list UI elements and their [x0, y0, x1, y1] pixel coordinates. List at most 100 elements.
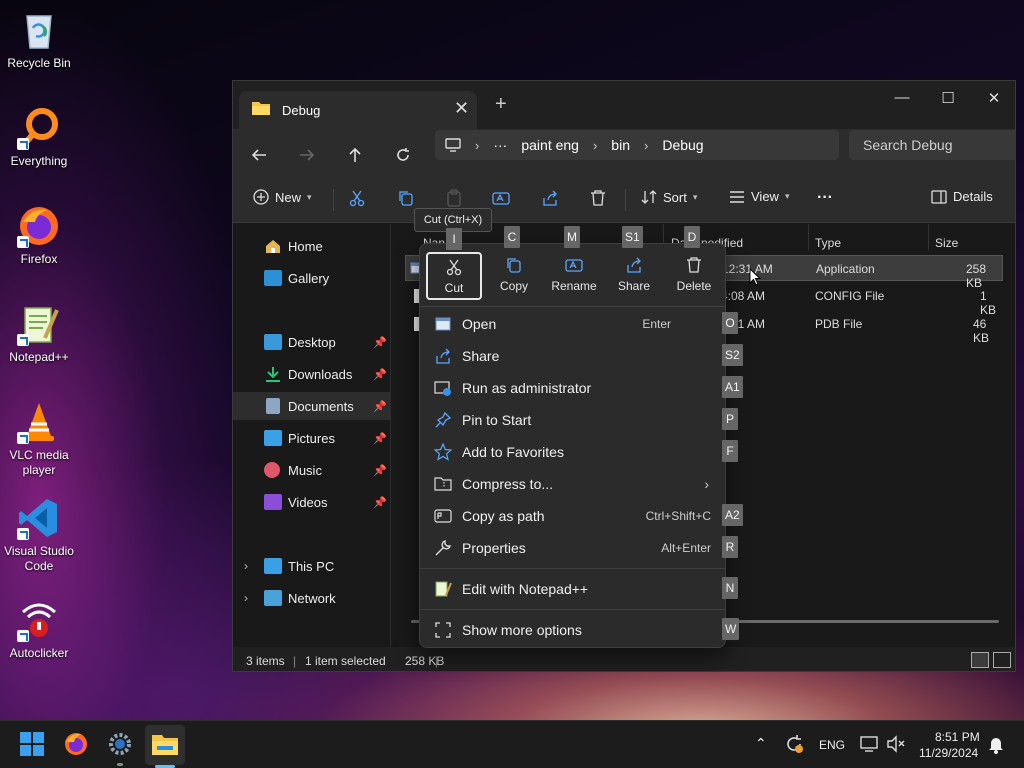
keytip: I [446, 228, 462, 250]
chevron-right-icon: › [475, 137, 480, 153]
sidebar-item-music[interactable]: Music 📌 [233, 456, 391, 484]
refresh-button[interactable] [391, 143, 415, 167]
breadcrumb-paint-eng[interactable]: paint eng [521, 137, 579, 153]
tiles-view-button[interactable] [993, 652, 1011, 668]
menu-item-edit-with-notepad[interactable]: Edit with Notepad++ [420, 574, 725, 604]
breadcrumb-debug[interactable]: Debug [662, 137, 703, 153]
taskbar-settings[interactable] [107, 731, 135, 759]
sidebar-item-desktop[interactable]: Desktop 📌 [233, 328, 391, 356]
back-button[interactable] [247, 143, 271, 167]
menu-item-run-as-administrator[interactable]: Run as administrator [420, 373, 725, 403]
details-view-button[interactable] [971, 652, 989, 668]
new-tab-button[interactable]: + [495, 93, 507, 116]
new-button-label: New [275, 189, 302, 205]
trash-icon [685, 256, 703, 274]
tab-close-button[interactable]: ✕ [454, 98, 469, 119]
sidebar-item-pictures[interactable]: Pictures 📌 [233, 424, 391, 452]
expand-icon [434, 621, 452, 639]
clock-time[interactable]: 8:51 PM [935, 730, 980, 744]
volume-muted-icon[interactable] [886, 735, 906, 753]
desktop-icon-notepad-plus-plus[interactable]: Notepad++ [2, 302, 76, 365]
column-header-size[interactable]: Size [935, 236, 958, 250]
pin-icon: 📌 [373, 400, 387, 413]
close-window-button[interactable]: ✕ [971, 89, 1015, 107]
column-header-type[interactable]: Type [815, 236, 841, 250]
this-pc-icon [264, 558, 282, 574]
tab-title: Debug [282, 103, 321, 118]
view-button[interactable]: View ▾ [729, 189, 789, 204]
show-hidden-icons-button[interactable]: ⌃ [755, 735, 767, 752]
menu-item-compress-to[interactable]: Compress to... › [420, 469, 725, 499]
delete-button[interactable] [589, 189, 611, 211]
address-bar[interactable]: › ··· paint eng › bin › Debug [435, 130, 839, 160]
keytip: D [684, 226, 700, 248]
breadcrumb-more[interactable]: ··· [493, 137, 507, 153]
sidebar-item-network[interactable]: › Network [233, 584, 391, 612]
minimize-button[interactable]: — [879, 89, 925, 106]
network-icon [264, 590, 282, 606]
status-size: 258 KB [405, 654, 445, 668]
sidebar-item-videos[interactable]: Videos 📌 [233, 488, 391, 516]
menu-item-open[interactable]: Open Enter [420, 309, 725, 339]
context-copy-button[interactable]: Copy [486, 252, 542, 300]
desktop-folder-icon [264, 334, 282, 350]
menu-item-label: Share [462, 348, 500, 364]
menu-item-show-more-options[interactable]: Show more options [420, 615, 725, 645]
desktop-icon-firefox[interactable]: Firefox [2, 204, 76, 267]
breadcrumb-bin[interactable]: bin [611, 137, 630, 153]
menu-item-properties[interactable]: Properties Alt+Enter [420, 533, 725, 563]
search-input[interactable]: Search Debug [849, 130, 1015, 160]
desktop-icon-label: Autoclicker [9, 646, 69, 660]
menu-item-share[interactable]: Share [420, 341, 725, 371]
up-button[interactable] [343, 143, 367, 167]
chevron-right-icon[interactable]: › [244, 559, 248, 573]
taskbar: ⌃ ENG 8:51 PM 11/29/2024 [0, 720, 1024, 768]
desktop-icon-autoclicker[interactable]: Autoclicker [2, 598, 76, 661]
menu-item-label: Copy as path [462, 508, 545, 524]
desktop-icon-recycle-bin[interactable]: Recycle Bin [2, 8, 76, 71]
menu-item-copy-as-path[interactable]: Copy as path Ctrl+Shift+C [420, 501, 725, 531]
recycle-bin-icon [17, 8, 61, 52]
column-divider [928, 224, 929, 250]
sidebar-item-gallery[interactable]: Gallery [233, 264, 391, 292]
context-cut-button[interactable]: Cut [426, 252, 482, 300]
desktop-icon-vscode[interactable]: Visual Studio Code [2, 496, 76, 574]
notification-bell-icon[interactable] [988, 736, 1004, 754]
context-rename-button[interactable]: Rename [546, 252, 602, 300]
tab-debug[interactable]: Debug ✕ [239, 91, 477, 129]
context-share-button[interactable]: Share [606, 252, 662, 300]
desktop-icon-everything[interactable]: Everything [2, 106, 76, 169]
menu-item-label: Pin to Start [462, 412, 532, 428]
sidebar-item-home[interactable]: Home [233, 232, 391, 260]
language-indicator[interactable]: ENG [819, 738, 845, 752]
details-button[interactable]: Details [931, 189, 993, 204]
start-button[interactable] [19, 731, 47, 759]
forward-button[interactable] [295, 143, 319, 167]
chevron-right-icon[interactable]: › [244, 591, 248, 605]
cut-button[interactable] [348, 189, 370, 211]
sidebar-item-this-pc[interactable]: › This PC [233, 552, 391, 580]
taskbar-firefox[interactable] [63, 731, 91, 759]
sort-button[interactable]: Sort ▾ [641, 189, 697, 205]
keytip: C [504, 226, 520, 248]
menu-item-pin-to-start[interactable]: Pin to Start [420, 405, 725, 435]
sidebar-label: Pictures [288, 430, 335, 446]
sort-label: Sort [663, 189, 687, 205]
desktop-icon-vlc[interactable]: VLC media player [2, 400, 76, 478]
sidebar-item-downloads[interactable]: Downloads 📌 [233, 360, 391, 388]
maximize-button[interactable]: ☐ [925, 89, 971, 107]
menu-divider [420, 306, 725, 307]
clock-date[interactable]: 11/29/2024 [919, 746, 978, 760]
sidebar-item-documents[interactable]: Documents 📌 [233, 392, 391, 420]
sync-icon[interactable] [784, 734, 804, 754]
rename-button[interactable] [492, 189, 514, 211]
new-button[interactable]: New ▾ [253, 189, 312, 205]
more-options-button[interactable]: ··· [817, 189, 833, 207]
menu-item-add-to-favorites[interactable]: Add to Favorites [420, 437, 725, 467]
firefox-icon [65, 733, 87, 755]
network-tray-icon[interactable] [860, 735, 880, 753]
share-button[interactable] [541, 189, 563, 211]
chevron-down-icon: ▾ [307, 191, 312, 202]
taskbar-file-explorer[interactable] [151, 731, 179, 759]
context-delete-button[interactable]: Delete [666, 252, 722, 300]
